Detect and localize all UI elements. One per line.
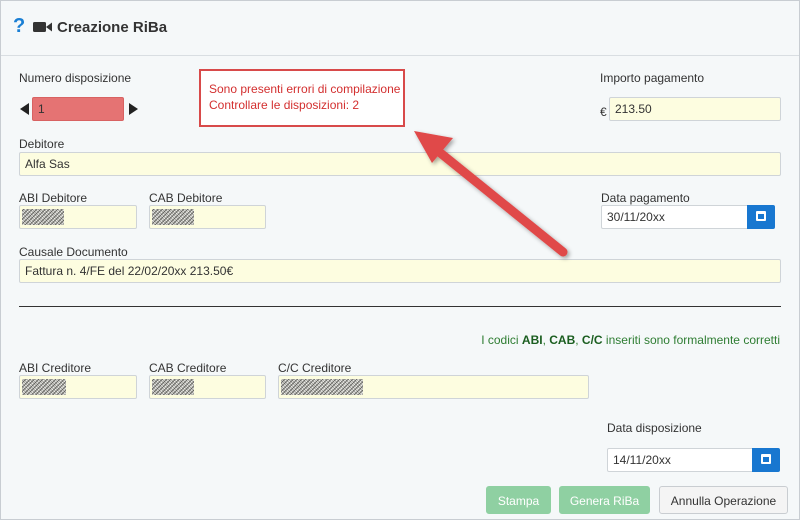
riba-window: ? Creazione RiBa Numero disposizione Son… [0, 0, 800, 520]
annotation-arrow [414, 131, 568, 257]
